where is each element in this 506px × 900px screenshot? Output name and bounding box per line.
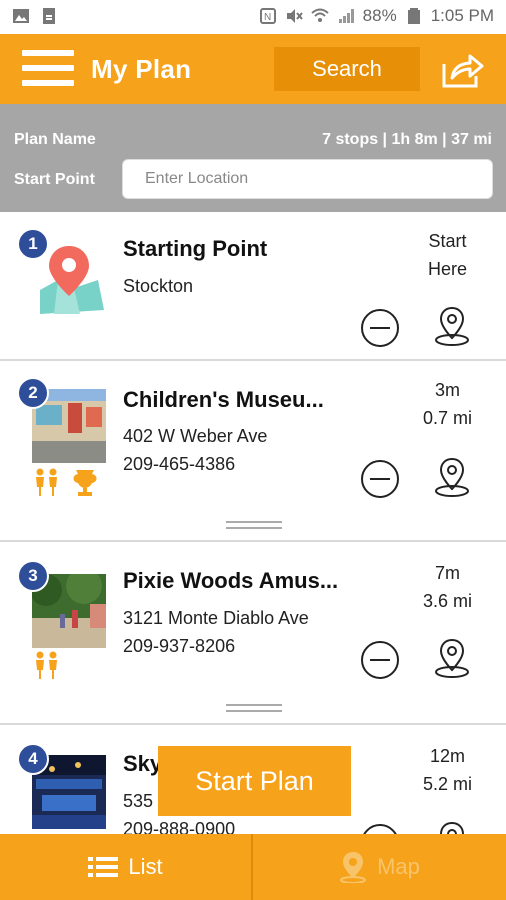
list-icon	[88, 857, 119, 877]
stop-time: Start	[428, 231, 467, 251]
drag-handle[interactable]	[226, 704, 282, 714]
clock: 1:05 PM	[430, 6, 494, 25]
family-icon	[36, 468, 57, 496]
map-pin-icon[interactable]	[431, 820, 473, 834]
stop-name: Pixie Woods Amus...	[123, 568, 339, 593]
start-point-label: Start Point	[14, 171, 95, 188]
menu-button[interactable]	[22, 48, 74, 88]
search-button[interactable]: Search	[274, 47, 420, 91]
share-button[interactable]	[440, 50, 486, 90]
tab-map-label: Map	[377, 854, 420, 879]
gallery-icon	[13, 9, 29, 23]
stop-name: Children's Museu...	[123, 387, 324, 412]
stop-address: 535	[123, 791, 154, 811]
stop-item-2[interactable]: 2 Children's Museu... 402 W Weber Ave 20…	[0, 363, 506, 542]
stop-address: 402 W Weber Ave	[123, 426, 268, 446]
drag-handle[interactable]	[226, 521, 282, 531]
stop-list[interactable]: 1 Starting Point Stockton Start Here 2 C…	[0, 212, 506, 834]
plan-info-bar: Plan Name 7 stops | 1h 8m | 37 mi Start …	[0, 104, 506, 212]
stop-distance: 3.6 mi	[422, 591, 473, 611]
stop-phone[interactable]: 209-937-8206	[123, 636, 235, 657]
stop-number-badge: 4	[17, 743, 49, 775]
stop-distance: 5.2 mi	[422, 774, 473, 794]
page-title: My Plan	[91, 54, 192, 84]
battery-icon	[407, 8, 420, 24]
remove-stop-button[interactable]	[360, 640, 400, 680]
stop-time: 12m	[429, 746, 465, 766]
stop-time: 3m	[434, 380, 460, 400]
location-input[interactable]	[122, 159, 493, 199]
stop-time: 7m	[434, 563, 460, 583]
battery-percent: 88%	[362, 6, 397, 25]
app-bar: My Plan Search	[0, 34, 506, 104]
map-pin-icon[interactable]	[431, 456, 473, 498]
file-icon	[43, 8, 55, 24]
status-bar: N 88% 1:05 PM	[0, 0, 506, 34]
signal-icon	[338, 9, 354, 23]
tab-list[interactable]: List	[0, 834, 253, 900]
svg-text:N: N	[264, 12, 271, 23]
stop-name: Starting Point	[123, 236, 268, 261]
tab-list-label: List	[128, 854, 163, 879]
stop-distance: 0.7 mi	[422, 408, 473, 428]
remove-stop-button[interactable]	[360, 308, 400, 348]
remove-stop-button[interactable]	[360, 459, 400, 499]
stop-address: 3121 Monte Diablo Ave	[123, 608, 309, 628]
plan-name-label: Plan Name	[14, 131, 96, 148]
map-pin-icon	[340, 852, 367, 883]
stop-city: Stockton	[123, 276, 194, 296]
share-icon	[442, 54, 484, 88]
stop-phone[interactable]: 209-888-0900	[123, 819, 235, 834]
wifi-icon	[310, 8, 329, 22]
nfc-icon: N	[259, 8, 276, 24]
stop-number-badge: 2	[17, 377, 49, 409]
trophy-vase-icon	[73, 470, 97, 496]
start-plan-button[interactable]: Start Plan	[158, 746, 351, 816]
stop-item-3[interactable]: 3 Pixie Woods Amus... 3121 Monte Diablo …	[0, 544, 506, 725]
stop-phone[interactable]: 209-465-4386	[123, 454, 235, 475]
mute-icon	[286, 9, 303, 23]
stop-item-1[interactable]: 1 Starting Point Stockton Start Here	[0, 212, 506, 361]
tab-map[interactable]: Map	[253, 834, 506, 900]
remove-stop-button[interactable]	[360, 823, 400, 834]
stop-name: Sky	[123, 751, 163, 776]
bottom-nav: List Map	[0, 834, 506, 900]
stop-number-badge: 1	[17, 228, 49, 260]
map-pin-icon[interactable]	[431, 637, 473, 679]
map-pin-icon[interactable]	[431, 305, 473, 347]
plan-summary: 7 stops | 1h 8m | 37 mi	[322, 131, 492, 148]
family-icon	[36, 651, 57, 679]
stop-distance: Here	[427, 259, 467, 279]
stop-number-badge: 3	[17, 560, 49, 592]
